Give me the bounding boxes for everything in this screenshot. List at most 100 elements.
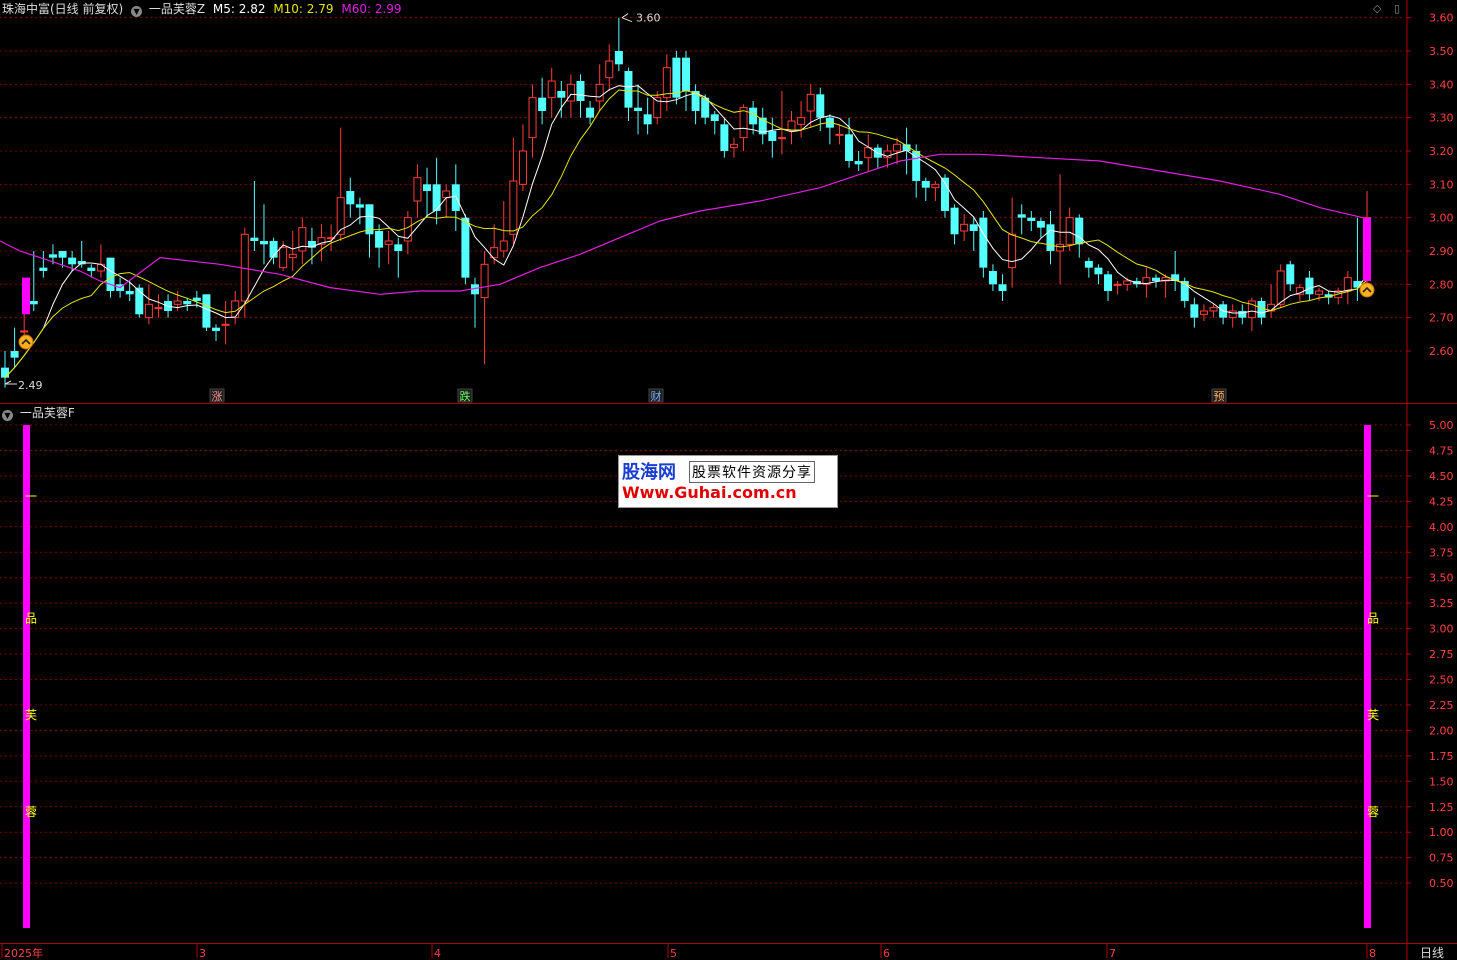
price-tick-label: 2.80: [1429, 278, 1454, 291]
sub-indicator-menu-icon[interactable]: ▼: [2, 410, 13, 421]
candle-body-down: [87, 267, 96, 271]
candle-body-down: [538, 97, 547, 111]
candle-body-down: [48, 254, 57, 258]
candle-body-down: [1046, 224, 1055, 251]
candle-body-down: [1027, 217, 1036, 221]
candle-body-down: [586, 107, 595, 118]
candle-body-up: [384, 240, 393, 245]
sub-tick-label: 0.75: [1429, 852, 1454, 865]
candle-body-down: [451, 184, 460, 211]
candle-body-down: [557, 90, 566, 98]
candle-body-down: [710, 114, 719, 121]
candle-body-down: [614, 51, 623, 65]
candle-body-down: [1190, 304, 1199, 318]
candle-body-up: [1056, 243, 1065, 252]
ma10-line: [4, 89, 1368, 378]
indicator-name: 一品芙蓉Z: [148, 2, 206, 16]
high-annotation: 3.60: [636, 12, 661, 25]
ma60-value: M60: 2.99: [341, 2, 402, 16]
candle-body-down: [29, 300, 38, 305]
candle-body-down: [1017, 214, 1026, 218]
candle-body-up: [480, 263, 489, 299]
vertical-text-right: 品: [1367, 611, 1379, 625]
sub-chart-header: ▼ 一品芙蓉F: [2, 405, 75, 421]
stock-name[interactable]: 珠海中富(日线 前复权): [2, 2, 123, 16]
candle-body-down: [720, 124, 729, 151]
price-tick-label: 2.70: [1429, 312, 1454, 325]
ma60-line: [0, 153, 1364, 295]
vertical-text-right: 芙: [1367, 708, 1379, 722]
candle-body-down: [643, 114, 652, 125]
candle-body-up: [893, 143, 902, 152]
candle-body-down: [58, 250, 67, 258]
vertical-text-right: 蓉: [1367, 805, 1379, 819]
candle-body-up: [518, 150, 527, 185]
candle-body-up: [499, 240, 508, 252]
ma5-line: [4, 85, 1368, 378]
candle-body-up: [1276, 270, 1285, 305]
candle-body-down: [682, 57, 690, 91]
scroll-icon[interactable]: ▯: [1394, 2, 1400, 15]
candle-body-up: [1209, 307, 1218, 312]
date-label: 2025年: [4, 946, 43, 960]
candle-body-down: [183, 300, 192, 305]
candle-body-up: [154, 307, 163, 310]
candle-body-up: [1123, 280, 1132, 285]
low-pointer: [4, 380, 17, 385]
low-annotation: 2.49: [18, 379, 43, 392]
vertical-text-left: 芙: [25, 708, 37, 722]
candle-body-up: [835, 133, 844, 136]
sub-tick-label: 4.00: [1429, 521, 1454, 534]
period-label: 日线: [1420, 946, 1444, 960]
date-label: 5: [670, 947, 677, 960]
candle-body-down: [634, 107, 643, 111]
candle-body-down: [768, 130, 777, 141]
signal-bar-start: [22, 277, 30, 315]
candle-body-down: [125, 290, 134, 295]
candle-body-down: [921, 180, 930, 188]
buy-signal-icon[interactable]: [18, 334, 34, 350]
date-label: 4: [434, 947, 441, 960]
candle-body-down: [816, 94, 825, 118]
sub-tick-label: 1.50: [1429, 775, 1454, 788]
date-label: 6: [883, 947, 890, 960]
main-chart-header: 珠海中富(日线 前复权) ▼ 一品芙蓉Z M5: 2.82 M10: 2.79 …: [2, 1, 402, 17]
candle-body-up: [442, 190, 451, 199]
candle-body-down: [854, 160, 863, 165]
candle-body-down: [212, 327, 221, 331]
sub-tick-label: 0.50: [1429, 877, 1454, 890]
diamond-icon[interactable]: ◇: [1373, 2, 1381, 15]
candle-body-down: [394, 244, 403, 251]
sub-tick-label: 1.00: [1429, 826, 1454, 839]
vertical-text-left: 蓉: [25, 805, 37, 819]
sub-tick-label: 3.50: [1429, 572, 1454, 585]
candle-body-up: [777, 137, 786, 140]
sub-tick-label: 1.75: [1429, 750, 1454, 763]
candle-body-down: [1305, 277, 1314, 295]
candle-body-up: [173, 300, 182, 305]
indicator-menu-icon[interactable]: ▼: [131, 6, 143, 17]
price-tick-label: 3.30: [1429, 112, 1454, 125]
price-tick-label: 3.20: [1429, 145, 1454, 158]
candle-body-down: [39, 267, 48, 271]
date-label: 7: [1109, 947, 1116, 960]
event-marker-label: 涨: [212, 390, 223, 403]
candle-body-down: [432, 184, 441, 211]
candle-body-down: [1036, 220, 1045, 228]
price-tick-label: 3.60: [1429, 12, 1454, 25]
event-marker-label: 预: [1214, 390, 1225, 403]
candle-body-down: [1, 367, 9, 378]
watermark-url: Www.Guhai.com.cn: [622, 483, 797, 502]
candle-body-down: [1286, 264, 1295, 285]
event-marker-label: 财: [651, 389, 662, 403]
buy-signal-icon[interactable]: [1359, 282, 1375, 298]
candle-body-down: [969, 224, 978, 231]
candle-body-down: [1104, 274, 1113, 291]
sub-indicator-name: 一品芙蓉F: [19, 406, 75, 420]
candle-body-down: [988, 270, 997, 285]
sub-tick-label: 4.50: [1429, 470, 1454, 483]
event-marker-label: 跌: [460, 389, 471, 403]
sub-tick-label: 3.25: [1429, 597, 1454, 610]
vertical-text-left: 一: [25, 489, 37, 503]
candle-body-down: [68, 257, 77, 265]
